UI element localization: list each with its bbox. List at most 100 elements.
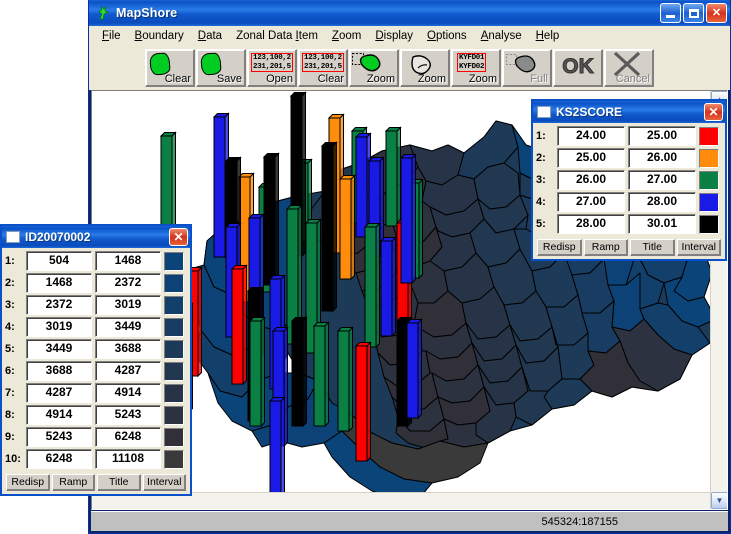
score-upper-bound-input[interactable]: 25.00: [628, 126, 696, 146]
zonal-color-swatch[interactable]: [164, 361, 184, 381]
menu-display[interactable]: Display: [368, 28, 420, 44]
zonal-legend-row: 5: 3449 3688: [5, 339, 186, 359]
zonal-legend-row: 7: 4287 4914: [5, 383, 186, 403]
zonal-legend-row: 10: 6248 11108: [5, 449, 186, 469]
score-row-index: 3:: [536, 174, 546, 186]
menu-help[interactable]: Help: [529, 28, 567, 44]
zonal-lower-bound-input[interactable]: 1468: [26, 273, 92, 293]
zonal-redisp-button[interactable]: Redisp: [6, 474, 50, 491]
boundary-save-button[interactable]: Save: [196, 49, 246, 87]
boundary-clear-button[interactable]: Clear: [145, 49, 195, 87]
data-clear-icon-line1: 123,100,2: [304, 54, 342, 62]
zonal-lower-bound-input[interactable]: 3019: [26, 317, 92, 337]
data-clear-button[interactable]: 123,100,2 231,201,5 Clear: [298, 49, 348, 87]
window-controls: ✕: [660, 3, 727, 23]
toolbar: Clear Save 123,100,2 231,201,5 Open 123,…: [89, 46, 730, 90]
menu-zoom[interactable]: Zoom: [325, 28, 368, 44]
zonal-lower-bound-input[interactable]: 504: [26, 251, 92, 271]
score-upper-bound-input[interactable]: 28.00: [628, 192, 696, 212]
maximize-button[interactable]: [683, 3, 704, 23]
score-upper-bound-input[interactable]: 30.01: [628, 214, 696, 234]
zonal-lower-bound-input[interactable]: 6248: [26, 449, 92, 469]
close-icon[interactable]: ✕: [169, 228, 188, 246]
zonal-color-swatch[interactable]: [164, 427, 184, 447]
score-upper-bound-input[interactable]: 26.00: [628, 148, 696, 168]
score-color-swatch[interactable]: [699, 148, 719, 168]
data-open-icon-line1: 123,100,2: [253, 54, 291, 62]
cancel-button[interactable]: Cancel: [604, 49, 654, 87]
zoom-full-button[interactable]: Full: [502, 49, 552, 87]
score-color-swatch[interactable]: [699, 170, 719, 190]
zonal-color-swatch[interactable]: [164, 273, 184, 293]
zonal-color-swatch[interactable]: [164, 449, 184, 469]
zonal-upper-bound-input[interactable]: 1468: [95, 251, 161, 271]
score-ramp-button[interactable]: Ramp: [583, 239, 628, 256]
scroll-down-button[interactable]: ▼: [711, 492, 727, 509]
zonal-upper-bound-input[interactable]: 3449: [95, 317, 161, 337]
zonal-upper-bound-input[interactable]: 6248: [95, 427, 161, 447]
score-color-swatch[interactable]: [699, 126, 719, 146]
zonal-lower-bound-input[interactable]: 4914: [26, 405, 92, 425]
menu-data[interactable]: Data: [191, 28, 229, 44]
zonal-lower-bound-input[interactable]: 4287: [26, 383, 92, 403]
zonal-legend-row: 4: 3019 3449: [5, 317, 186, 337]
score-lower-bound-input[interactable]: 27.00: [557, 192, 625, 212]
map-bar: [399, 153, 417, 285]
zonal-upper-bound-input[interactable]: 5243: [95, 405, 161, 425]
map-bar: [363, 222, 381, 349]
score-title-button[interactable]: Title: [630, 239, 675, 256]
score-legend-rows: 1: 24.00 25.00 2: 25.00 26.00 3: 26.00 27.00 4: 27…: [533, 123, 725, 238]
zonal-upper-bound-input[interactable]: 4914: [95, 383, 161, 403]
zonal-upper-bound-input[interactable]: 3688: [95, 339, 161, 359]
close-icon[interactable]: ✕: [706, 3, 727, 23]
zonal-color-swatch[interactable]: [164, 251, 184, 271]
menu-analyse[interactable]: Analyse: [474, 28, 529, 44]
minimize-button[interactable]: [660, 3, 681, 23]
zonal-upper-bound-input[interactable]: 4287: [95, 361, 161, 381]
zonal-upper-bound-input[interactable]: 2372: [95, 273, 161, 293]
zonal-title-button[interactable]: Title: [97, 474, 141, 491]
close-icon[interactable]: ✕: [704, 103, 723, 121]
zonal-lower-bound-input[interactable]: 3449: [26, 339, 92, 359]
score-legend-row: 4: 27.00 28.00: [536, 192, 721, 212]
zonal-lower-bound-input[interactable]: 3688: [26, 361, 92, 381]
score-interval-button[interactable]: Interval: [676, 239, 721, 256]
zoom-out-label: Zoom: [417, 73, 446, 85]
zonal-color-swatch[interactable]: [164, 317, 184, 337]
score-lower-bound-input[interactable]: 26.00: [557, 170, 625, 190]
ok-button[interactable]: OK: [553, 49, 603, 87]
map-bar: [354, 132, 372, 239]
data-open-button[interactable]: 123,100,2 231,201,5 Open: [247, 49, 297, 87]
zoom-code-icon-line1: KYFD01: [459, 54, 485, 62]
menu-boundary[interactable]: Boundary: [128, 28, 191, 44]
zonal-lower-bound-input[interactable]: 2372: [26, 295, 92, 315]
numeric-data-icon: 123,100,2 231,201,5: [251, 53, 293, 72]
score-lower-bound-input[interactable]: 24.00: [557, 126, 625, 146]
zoom-code-button[interactable]: KYFD01 KYFD02 Zoom: [451, 49, 501, 87]
zonal-interval-button[interactable]: Interval: [142, 474, 186, 491]
score-color-swatch[interactable]: [699, 214, 719, 234]
zoom-select-button[interactable]: Zoom: [349, 49, 399, 87]
score-color-swatch[interactable]: [699, 192, 719, 212]
zonal-color-swatch[interactable]: [164, 339, 184, 359]
score-lower-bound-input[interactable]: 25.00: [557, 148, 625, 168]
map-bar: [248, 316, 266, 428]
zonal-color-swatch[interactable]: [164, 405, 184, 425]
ok-icon-text: OK: [562, 55, 594, 79]
zonal-ramp-button[interactable]: Ramp: [51, 474, 95, 491]
map-bar: [268, 396, 286, 508]
zonal-upper-bound-input[interactable]: 3019: [95, 295, 161, 315]
score-upper-bound-input[interactable]: 27.00: [628, 170, 696, 190]
window-title: MapShore: [116, 6, 178, 20]
score-redisp-button[interactable]: Redisp: [537, 239, 582, 256]
zoom-out-button[interactable]: Zoom: [400, 49, 450, 87]
menu-options[interactable]: Options: [420, 28, 474, 44]
menu-zonal-data-item[interactable]: Zonal Data Item: [229, 28, 325, 44]
zonal-color-swatch[interactable]: [164, 295, 184, 315]
score-legend-title: KS2SCORE: [556, 105, 623, 119]
zonal-upper-bound-input[interactable]: 11108: [95, 449, 161, 469]
menu-file[interactable]: File: [95, 28, 128, 44]
zonal-lower-bound-input[interactable]: 5243: [26, 427, 92, 447]
zonal-color-swatch[interactable]: [164, 383, 184, 403]
score-lower-bound-input[interactable]: 28.00: [557, 214, 625, 234]
